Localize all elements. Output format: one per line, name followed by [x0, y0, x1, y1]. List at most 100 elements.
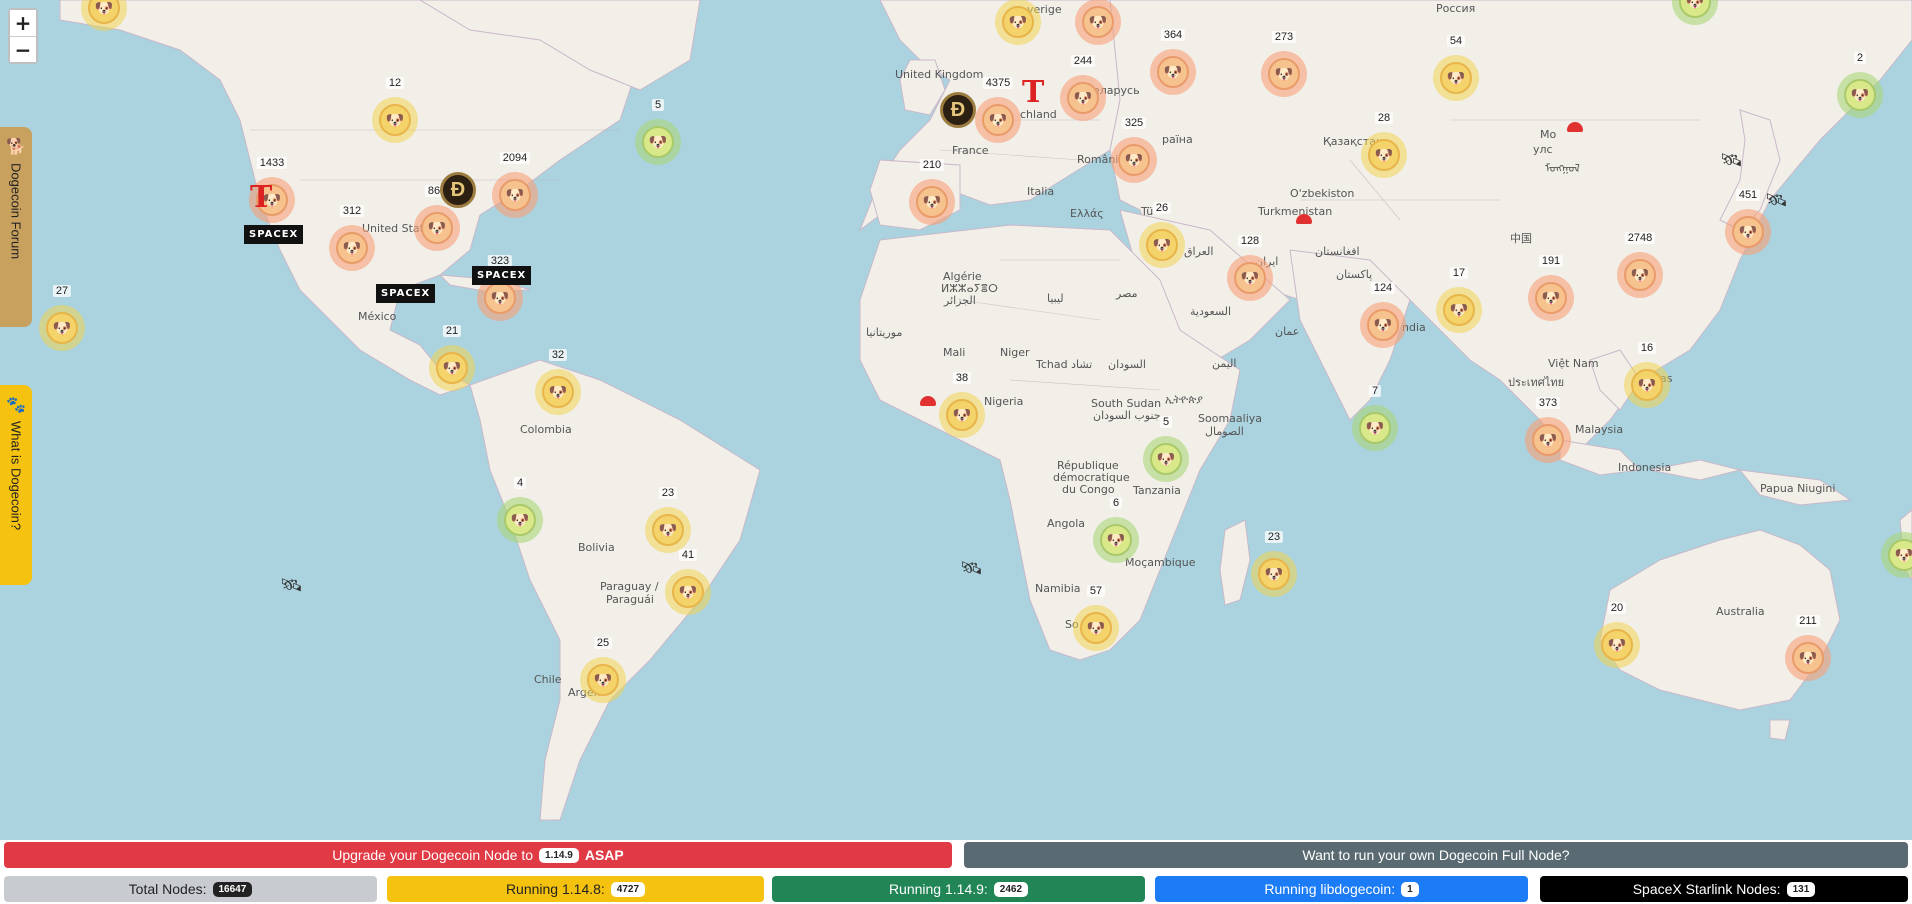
node-cluster[interactable]: 🐶 4 [497, 477, 543, 543]
node-cluster[interactable]: 🐶 27 [39, 285, 85, 351]
node-cluster[interactable]: 🐶 2094 [492, 152, 538, 218]
node-cluster[interactable]: 🐶 5 [1143, 416, 1189, 482]
node-cluster[interactable]: 🐶 21 [429, 325, 475, 391]
cluster-count: 191 [1538, 255, 1564, 267]
node-cluster[interactable]: 🐶 4375 [975, 77, 1021, 143]
node-cluster[interactable]: 🐶 451 [1725, 189, 1771, 255]
doge-face-icon: 🐶 [421, 212, 453, 244]
dogecoin-coin-icon[interactable]: Đ [440, 172, 476, 208]
label-mongolia3: ᠮᠣᠩᠭᠣᠯ [1545, 162, 1580, 175]
node-cluster[interactable]: 🐶 41 [665, 549, 711, 615]
paw-icon: 🐾 [6, 397, 26, 414]
doge-face-icon: 🐶 [1367, 309, 1399, 341]
node-cluster[interactable]: 🐶 6 [1093, 497, 1139, 563]
stat-1148-value: 4727 [610, 881, 646, 897]
node-cluster[interactable]: 🐶 2 [1837, 52, 1883, 118]
red-hat-icon [1567, 122, 1583, 132]
cluster-count: 5 [651, 99, 665, 111]
cluster-count: 32 [548, 349, 568, 361]
label-somalia: Soomaaliya [1198, 412, 1263, 425]
node-cluster[interactable]: 🐶 54 [1433, 35, 1479, 101]
starlink-satellite-icon[interactable]: 🛰 [960, 558, 983, 579]
cluster-count: 325 [1121, 117, 1147, 129]
node-cluster[interactable]: 🐶 364 [1150, 29, 1196, 95]
world-map[interactable]: United Kingdom Россия verige еларусь раї… [0, 0, 1912, 840]
starlink-satellite-icon[interactable]: 🛰 [1765, 190, 1788, 211]
cluster-count: 57 [1086, 585, 1106, 597]
node-cluster[interactable]: 🐶 210 [909, 159, 955, 225]
label-italia: Italia [1027, 185, 1055, 198]
cluster-count: 6 [1109, 497, 1123, 509]
stat-running-libdogecoin[interactable]: Running libdogecoin: 1 [1155, 876, 1528, 902]
doge-face-icon: 🐶 [1888, 539, 1912, 571]
node-cluster[interactable]: 🐶 211 [1785, 615, 1831, 681]
what-is-dogecoin-label: What is Dogecoin? [8, 421, 24, 531]
node-cluster[interactable]: 🐶 26 [1139, 202, 1185, 268]
zoom-out-button[interactable]: − [10, 36, 36, 62]
node-cluster[interactable]: 🐶 17 [1436, 267, 1482, 333]
doge-face-icon: 🐶 [436, 352, 468, 384]
node-cluster[interactable]: 🐶 244 [1060, 55, 1106, 121]
red-hat-icon [920, 396, 936, 406]
doge-face-icon: 🐶 [1679, 0, 1711, 18]
node-cluster[interactable]: 🐶 16 [1624, 342, 1670, 408]
node-cluster[interactable]: 🐶 191 [1528, 255, 1574, 321]
zoom-in-button[interactable]: + [10, 10, 36, 36]
label-namibia: Namibia [1035, 582, 1081, 595]
cluster-count: 16 [1637, 342, 1657, 354]
spacex-marker-3[interactable]: SPACEX [472, 266, 532, 285]
node-cluster[interactable]: 🐶 273 [1261, 31, 1307, 97]
stat-starlink-nodes[interactable]: SpaceX Starlink Nodes: 131 [1540, 876, 1908, 902]
node-cluster[interactable]: 🐶 7 [1352, 385, 1398, 451]
doge-face-icon: 🐶 [1359, 412, 1391, 444]
node-cluster[interactable]: 🐶 312 [329, 205, 375, 271]
upgrade-node-button[interactable]: Upgrade your Dogecoin Node to 1.14.9 ASA… [4, 842, 952, 868]
label-papua: Papua Niugini [1760, 482, 1836, 495]
dogecoin-coin-icon[interactable]: Đ [940, 92, 976, 128]
cluster-count: 12 [385, 77, 405, 89]
stat-running-1148[interactable]: Running 1.14.8: 4727 [387, 876, 764, 902]
node-cluster[interactable]: 🐶 2748 [1617, 232, 1663, 298]
stat-lib-label: Running libdogecoin: [1264, 881, 1396, 897]
node-cluster[interactable]: 🐶 128 [1227, 235, 1273, 301]
stat-total-value: 16647 [212, 881, 253, 897]
run-full-node-button[interactable]: Want to run your own Dogecoin Full Node? [964, 842, 1908, 868]
node-cluster[interactable]: 🐶 38 [939, 372, 985, 438]
node-cluster[interactable]: 🐶 12 [372, 77, 418, 143]
node-cluster[interactable]: 🐶 32 [535, 349, 581, 415]
spacex-marker-2[interactable]: SPACEX [376, 284, 436, 303]
dogecoin-forum-tab[interactable]: 🐕 Dogecoin Forum [0, 127, 32, 327]
label-mongolia: Мо [1540, 128, 1557, 141]
doge-face-icon: 🐶 [88, 0, 120, 24]
starlink-satellite-icon[interactable]: 🛰 [280, 575, 303, 596]
node-cluster[interactable]: 🐶 325 [1111, 117, 1157, 183]
node-cluster[interactable]: 🐶 [1075, 0, 1121, 45]
node-cluster[interactable]: 🐶 124 [1360, 282, 1406, 348]
node-cluster[interactable]: 🐶 373 [1525, 397, 1571, 463]
node-cluster[interactable]: 🐶 20 [1594, 602, 1640, 668]
label-tu: Tü [1141, 205, 1154, 218]
cluster-count: 54 [1446, 35, 1466, 47]
label-mocambique: Moçambique [1125, 556, 1196, 569]
node-cluster[interactable]: 🐶 5 [635, 99, 681, 165]
stat-lib-value: 1 [1401, 881, 1419, 897]
what-is-dogecoin-tab[interactable]: 🐾 What is Dogecoin? [0, 385, 32, 585]
node-cluster[interactable]: 🐶 869 [414, 185, 460, 251]
node-cluster[interactable]: 🐶 28 [1361, 112, 1407, 178]
cluster-count: 312 [339, 205, 365, 217]
cluster-count: 38 [952, 372, 972, 384]
doge-face-icon: 🐶 [1067, 82, 1099, 114]
doge-face-icon: 🐶 [1844, 79, 1876, 111]
doge-face-icon: 🐶 [642, 126, 674, 158]
node-cluster[interactable]: 🐶 25 [580, 637, 626, 703]
node-cluster[interactable]: 🐶 23 [1251, 531, 1297, 597]
label-china: 中国 [1510, 232, 1532, 245]
stat-running-1149[interactable]: Running 1.14.9: 2462 [772, 876, 1145, 902]
stat-starlink-label: SpaceX Starlink Nodes: [1632, 881, 1781, 897]
node-cluster[interactable]: 🐶 [995, 0, 1041, 45]
cluster-count: 244 [1070, 55, 1096, 67]
node-cluster[interactable]: 🐶 23 [645, 487, 691, 553]
starlink-satellite-icon[interactable]: 🛰 [1720, 150, 1743, 171]
spacex-marker-1[interactable]: SPACEX [244, 225, 304, 244]
node-cluster[interactable]: 🐶 57 [1073, 585, 1119, 651]
